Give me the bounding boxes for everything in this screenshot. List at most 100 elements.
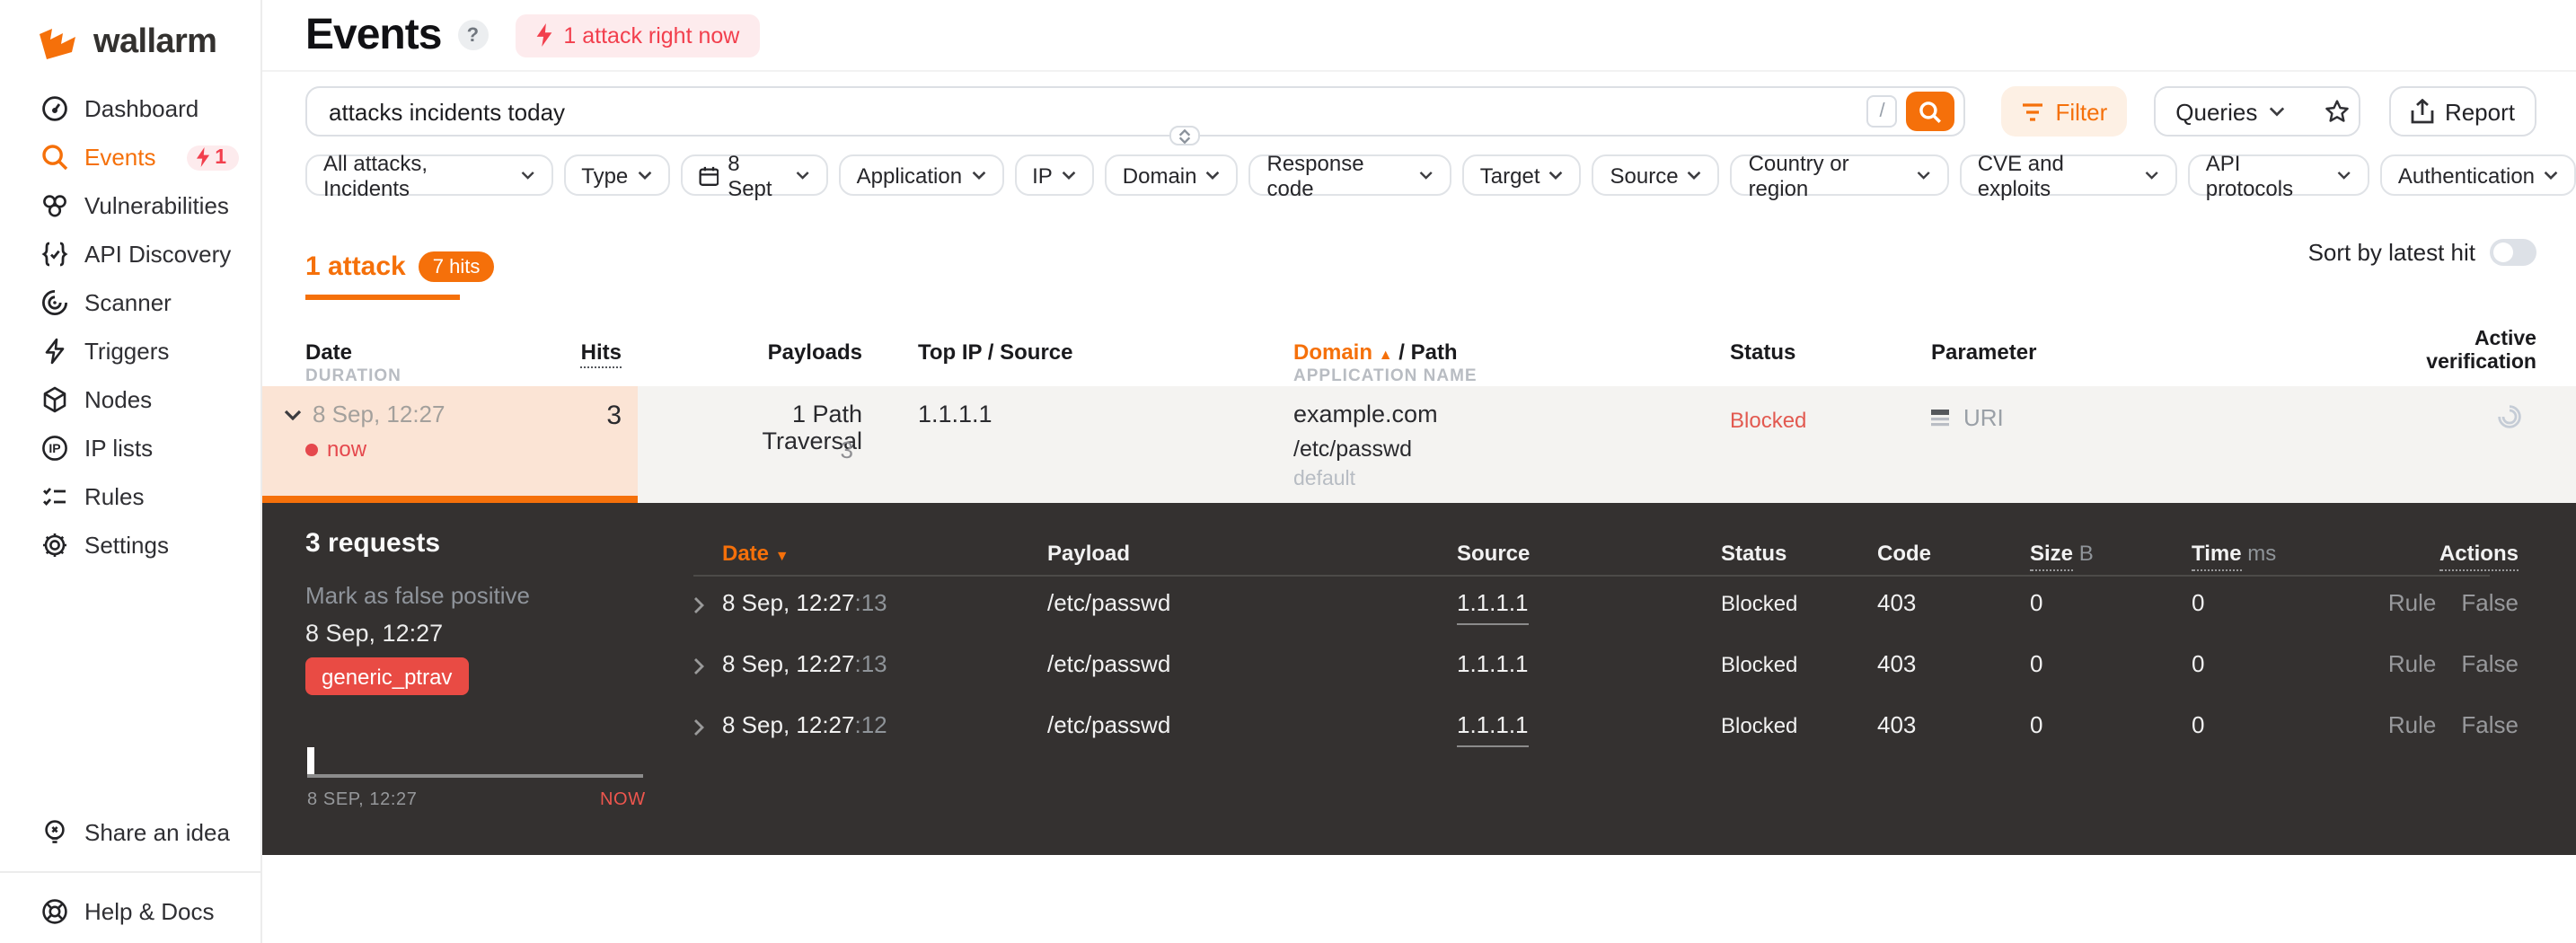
- col-date[interactable]: Date: [305, 339, 352, 365]
- scanner-spiral-icon: [41, 289, 68, 316]
- search-icon: [1919, 101, 1942, 122]
- request-source[interactable]: 1.1.1.1: [1457, 711, 1529, 747]
- request-payload: /etc/passwd: [1047, 589, 1171, 616]
- page-title: Events: [305, 10, 442, 58]
- star-icon: [2325, 100, 2349, 122]
- chip-authentication[interactable]: Authentication: [2379, 154, 2576, 196]
- wallarm-logo-text: wallarm: [93, 23, 217, 61]
- shortcut-key-hint: /: [1866, 95, 1898, 128]
- toggle-knob: [2493, 242, 2513, 262]
- search-input[interactable]: attacks incidents today /: [305, 86, 1966, 137]
- sidebar-item-share-idea[interactable]: Share an idea: [0, 808, 260, 857]
- request-time: 0: [2192, 589, 2205, 616]
- chip-date[interactable]: 8 Sept: [680, 150, 828, 200]
- sidebar-item-label: API Discovery: [84, 241, 232, 268]
- chip-application[interactable]: Application: [838, 154, 1004, 196]
- wallarm-logo[interactable]: wallarm: [40, 23, 217, 63]
- chip-target[interactable]: Target: [1461, 154, 1582, 196]
- chip-cve[interactable]: CVE and exploits: [1959, 150, 2177, 200]
- sidebar-item-dashboard[interactable]: Dashboard: [0, 84, 260, 133]
- sidebar-item-label: Events: [84, 144, 156, 171]
- filter-chip-row: All attacks, Incidents Type 8 Sept Appli…: [305, 150, 2576, 200]
- sidebar-item-triggers[interactable]: Triggers: [0, 327, 260, 375]
- request-source[interactable]: 1.1.1.1: [1457, 589, 1529, 625]
- sort-control: Sort by latest hit: [2308, 239, 2536, 266]
- checklist-icon: [41, 483, 68, 510]
- sort-label: Sort by latest hit: [2307, 239, 2475, 266]
- chip-response-code[interactable]: Response code: [1248, 150, 1451, 200]
- col-hits[interactable]: Hits: [514, 339, 622, 368]
- chevron-down-icon: [1206, 171, 1220, 180]
- chip-type[interactable]: Type: [563, 154, 670, 196]
- false-action[interactable]: False: [2461, 589, 2519, 616]
- request-status: Blocked: [1721, 591, 1798, 616]
- chevron-down-icon: [1549, 171, 1563, 180]
- detail-col-size[interactable]: Size B: [2030, 541, 2094, 571]
- tab-attacks[interactable]: 1 attack 7 hits: [305, 251, 495, 282]
- false-action[interactable]: False: [2461, 711, 2519, 738]
- active-verification-spinner-icon[interactable]: [2497, 404, 2522, 429]
- sidebar-item-vulnerabilities[interactable]: Vulnerabilities: [0, 181, 260, 230]
- attack-application: default: [1293, 469, 1356, 490]
- search-button[interactable]: [1906, 92, 1955, 131]
- request-time: 0: [2192, 711, 2205, 738]
- chevron-right-icon[interactable]: [693, 657, 704, 675]
- lightbulb-icon: [41, 819, 68, 846]
- search-icon: [41, 144, 68, 171]
- sidebar-item-api-discovery[interactable]: API Discovery: [0, 230, 260, 278]
- chip-all-attacks[interactable]: All attacks, Incidents: [305, 150, 553, 200]
- request-time: 0: [2192, 650, 2205, 677]
- rule-action[interactable]: Rule: [2388, 711, 2437, 738]
- lifebuoy-icon: [41, 898, 68, 925]
- favorite-button[interactable]: [2304, 88, 2359, 135]
- chip-api-protocols[interactable]: API protocols: [2187, 150, 2369, 200]
- detail-col-date[interactable]: Date ▼: [722, 541, 790, 566]
- chip-ip[interactable]: IP: [1014, 154, 1094, 196]
- sidebar-item-rules[interactable]: Rules: [0, 472, 260, 521]
- request-actions: Rule False: [2388, 711, 2519, 738]
- request-status: Blocked: [1721, 652, 1798, 677]
- rule-action[interactable]: Rule: [2388, 650, 2437, 677]
- sidebar-item-scanner[interactable]: Scanner: [0, 278, 260, 327]
- attack-type-tag[interactable]: generic_ptrav: [305, 657, 469, 695]
- attack-parameter: URI: [1931, 404, 2004, 431]
- tab-active-indicator: [305, 295, 460, 299]
- sidebar-item-settings[interactable]: Settings: [0, 521, 260, 569]
- help-icon[interactable]: ?: [457, 20, 489, 50]
- detail-col-time[interactable]: Time ms: [2192, 541, 2276, 571]
- false-action[interactable]: False: [2461, 650, 2519, 677]
- chip-domain[interactable]: Domain: [1104, 154, 1239, 196]
- queries-button[interactable]: Queries: [2156, 88, 2305, 135]
- chip-source[interactable]: Source: [1592, 154, 1720, 196]
- request-actions: Rule False: [2388, 589, 2519, 616]
- attack-top-ip: 1.1.1.1: [918, 401, 992, 427]
- sidebar-item-events[interactable]: Events 1: [0, 133, 260, 181]
- attack-row[interactable]: 8 Sep, 12:27 now 3 1 Path Traversal 3 1.…: [262, 386, 2576, 503]
- request-date: 8 Sep, 12:27:13: [722, 650, 887, 677]
- detail-col-actions[interactable]: Actions: [2439, 541, 2519, 571]
- sidebar-item-nodes[interactable]: Nodes: [0, 375, 260, 424]
- attack-alert-badge[interactable]: 1 attack right now: [515, 13, 760, 57]
- chip-country[interactable]: Country or region: [1730, 150, 1949, 200]
- chevron-right-icon[interactable]: [693, 596, 704, 614]
- sidebar-item-help-docs[interactable]: Help & Docs: [0, 887, 260, 936]
- search-expand-handle[interactable]: [1169, 126, 1200, 145]
- sort-toggle[interactable]: [2490, 239, 2536, 266]
- request-source[interactable]: 1.1.1.1: [1457, 650, 1529, 677]
- braces-check-icon: [41, 241, 68, 268]
- filter-button[interactable]: Filter: [2001, 86, 2128, 137]
- list-icon: [1931, 409, 1949, 426]
- chevron-right-icon[interactable]: [693, 718, 704, 736]
- col-duration: DURATION: [305, 366, 401, 386]
- sidebar-footer: Share an idea Help & Docs: [0, 808, 260, 936]
- report-button[interactable]: Report: [2388, 86, 2536, 137]
- export-icon: [2411, 99, 2434, 124]
- main-content: Events ? 1 attack right now attacks inci…: [262, 0, 2576, 943]
- svg-text:IP: IP: [49, 441, 60, 455]
- sidebar-item-ip-lists[interactable]: IP IP lists: [0, 424, 260, 472]
- detail-header-divider: [693, 575, 2490, 577]
- col-active-verification: Active verification: [2426, 329, 2536, 374]
- rule-action[interactable]: Rule: [2388, 589, 2437, 616]
- col-domain-path[interactable]: Domain ▲ / Path: [1293, 339, 1458, 365]
- mark-false-positive-link[interactable]: Mark as false positive: [305, 582, 530, 609]
